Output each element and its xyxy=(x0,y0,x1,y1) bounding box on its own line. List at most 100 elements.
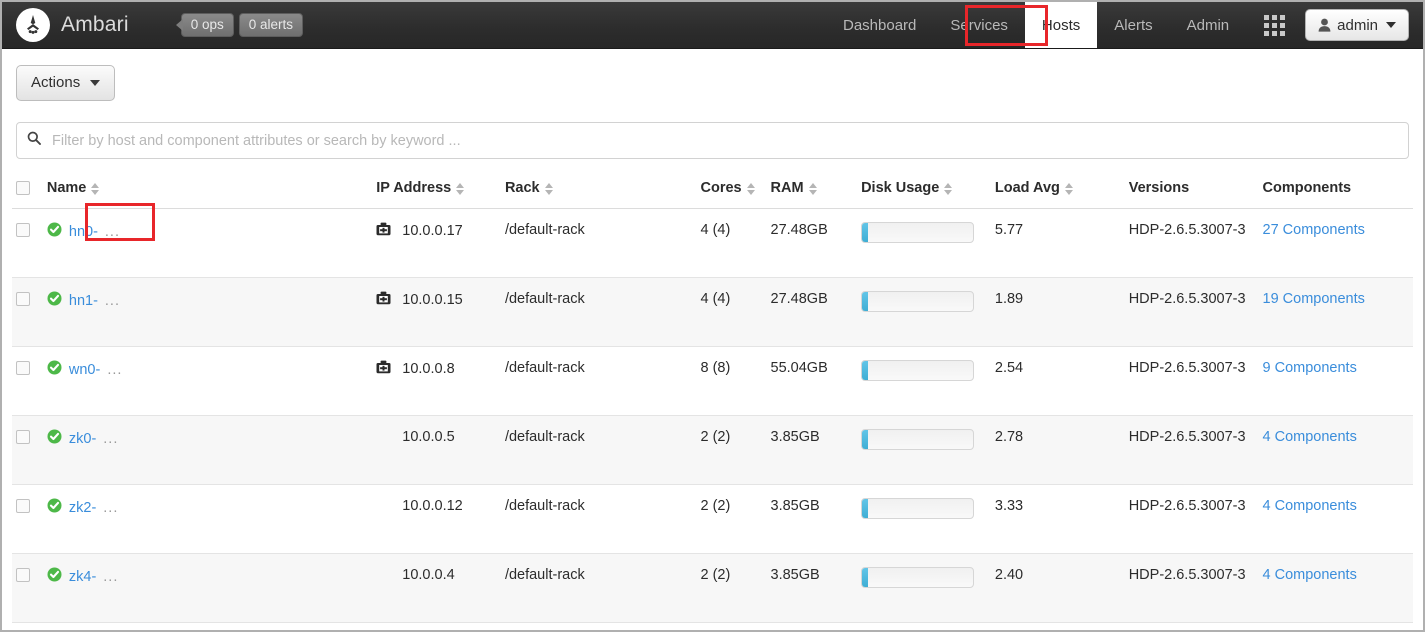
host-name-cell: wn0-... xyxy=(43,347,372,416)
row-select-cell xyxy=(12,554,43,623)
host-components-cell: 27 Components xyxy=(1259,209,1413,278)
table-row[interactable]: zk4-...10.0.0.4/default-rack2 (2)3.85GB2… xyxy=(12,554,1413,623)
col-name-label: Name xyxy=(47,180,87,196)
row-select-cell xyxy=(12,209,43,278)
col-load-avg[interactable]: Load Avg xyxy=(991,174,1125,209)
host-status-ok-icon xyxy=(47,498,62,517)
host-version-value: HDP-2.6.5.3007-3 xyxy=(1129,291,1246,307)
brand-name: Ambari xyxy=(61,13,129,37)
host-version-cell: HDP-2.6.5.3007-3 xyxy=(1125,347,1259,416)
user-menu-button[interactable]: admin xyxy=(1305,9,1409,41)
host-ip-value: 10.0.0.15 xyxy=(402,292,462,308)
row-checkbox[interactable] xyxy=(16,568,30,582)
ops-badge[interactable]: 0 ops xyxy=(181,13,234,37)
host-components-link[interactable]: 4 Components xyxy=(1263,498,1357,514)
search-icon xyxy=(27,131,41,150)
nav-services[interactable]: Services xyxy=(933,2,1025,48)
row-checkbox[interactable] xyxy=(16,292,30,306)
row-checkbox[interactable] xyxy=(16,499,30,513)
col-disk-usage-label: Disk Usage xyxy=(861,180,939,196)
row-checkbox[interactable] xyxy=(16,223,30,237)
sort-icon[interactable] xyxy=(809,183,817,195)
host-rack-value: /default-rack xyxy=(505,291,585,307)
host-name-link[interactable]: wn0- xyxy=(69,362,100,378)
host-ip-value: 10.0.0.4 xyxy=(402,567,454,583)
host-load-avg-value: 5.77 xyxy=(995,222,1023,238)
table-row[interactable]: wn0-...10.0.0.8/default-rack8 (8)55.04GB… xyxy=(12,347,1413,416)
table-row[interactable]: zk2-...10.0.0.12/default-rack2 (2)3.85GB… xyxy=(12,485,1413,554)
host-rack-value: /default-rack xyxy=(505,222,585,238)
disk-usage-bar xyxy=(861,498,974,519)
select-all-header xyxy=(12,174,43,209)
select-all-checkbox[interactable] xyxy=(16,181,30,195)
host-name-link[interactable]: zk4- xyxy=(69,569,96,585)
row-select-cell xyxy=(12,485,43,554)
host-version-cell: HDP-2.6.5.3007-3 xyxy=(1125,416,1259,485)
row-select-cell xyxy=(12,347,43,416)
col-ip-address[interactable]: IP Address xyxy=(372,174,501,209)
row-select-cell xyxy=(12,416,43,485)
sort-icon[interactable] xyxy=(1065,183,1073,195)
host-components-link[interactable]: 9 Components xyxy=(1263,360,1357,376)
host-cores-cell: 4 (4) xyxy=(697,278,767,347)
host-name-link[interactable]: zk2- xyxy=(69,500,96,516)
table-row[interactable]: hn1-...10.0.0.15/default-rack4 (4)27.48G… xyxy=(12,278,1413,347)
apps-grid-icon[interactable] xyxy=(1264,15,1285,36)
nav-dashboard[interactable]: Dashboard xyxy=(826,2,933,48)
sort-icon[interactable] xyxy=(545,183,553,195)
host-status-ok-icon xyxy=(47,429,62,448)
host-name-ellipsis: ... xyxy=(105,224,120,240)
host-rack-cell: /default-rack xyxy=(501,485,697,554)
host-ram-value: 3.85GB xyxy=(771,567,820,583)
host-ram-cell: 27.48GB xyxy=(767,209,858,278)
sort-icon[interactable] xyxy=(944,183,952,195)
host-name-link[interactable]: hn1- xyxy=(69,293,98,309)
search-input[interactable] xyxy=(50,132,1398,150)
row-checkbox[interactable] xyxy=(16,361,30,375)
table-row[interactable]: hn0-...10.0.0.17/default-rack4 (4)27.48G… xyxy=(12,209,1413,278)
host-components-link[interactable]: 4 Components xyxy=(1263,567,1357,583)
alerts-badge[interactable]: 0 alerts xyxy=(239,13,303,37)
actions-toolbar: Actions xyxy=(2,49,1423,101)
brand[interactable]: Ambari xyxy=(16,8,129,42)
host-rack-value: /default-rack xyxy=(505,498,585,514)
host-ram-value: 55.04GB xyxy=(771,360,828,376)
col-ram[interactable]: RAM xyxy=(767,174,858,209)
chevron-down-icon xyxy=(1386,22,1396,28)
host-ram-cell: 3.85GB xyxy=(767,416,858,485)
hosts-table-wrap: Name IP Address Rack xyxy=(2,159,1423,623)
col-rack[interactable]: Rack xyxy=(501,174,697,209)
col-components: Components xyxy=(1259,174,1413,209)
hosts-table: Name IP Address Rack xyxy=(12,174,1413,623)
row-checkbox[interactable] xyxy=(16,430,30,444)
sort-icon[interactable] xyxy=(91,183,99,195)
host-disk-usage-cell xyxy=(857,278,991,347)
table-row[interactable]: zk0-...10.0.0.5/default-rack2 (2)3.85GB2… xyxy=(12,416,1413,485)
col-cores[interactable]: Cores xyxy=(697,174,767,209)
disk-usage-bar xyxy=(861,567,974,588)
host-name-link[interactable]: hn0- xyxy=(69,224,98,240)
sort-icon[interactable] xyxy=(456,183,464,195)
host-components-link[interactable]: 27 Components xyxy=(1263,222,1365,238)
host-ram-cell: 55.04GB xyxy=(767,347,858,416)
host-components-link[interactable]: 19 Components xyxy=(1263,291,1365,307)
nav-alerts[interactable]: Alerts xyxy=(1097,2,1169,48)
search-area xyxy=(2,101,1423,159)
search-box[interactable] xyxy=(16,122,1409,159)
col-versions: Versions xyxy=(1125,174,1259,209)
host-components-link[interactable]: 4 Components xyxy=(1263,429,1357,445)
nav-admin[interactable]: Admin xyxy=(1170,2,1247,48)
row-select-cell xyxy=(12,278,43,347)
col-disk-usage[interactable]: Disk Usage xyxy=(857,174,991,209)
sort-icon[interactable] xyxy=(747,183,755,195)
col-versions-label: Versions xyxy=(1129,180,1189,196)
host-name-cell: zk0-... xyxy=(43,416,372,485)
host-name-link[interactable]: zk0- xyxy=(69,431,96,447)
col-name[interactable]: Name xyxy=(43,174,372,209)
host-disk-usage-cell xyxy=(857,209,991,278)
host-load-avg-value: 3.33 xyxy=(995,498,1023,514)
nav-hosts[interactable]: Hosts xyxy=(1025,2,1097,48)
actions-button[interactable]: Actions xyxy=(16,65,115,101)
host-version-cell: HDP-2.6.5.3007-3 xyxy=(1125,209,1259,278)
actions-button-label: Actions xyxy=(31,74,80,91)
